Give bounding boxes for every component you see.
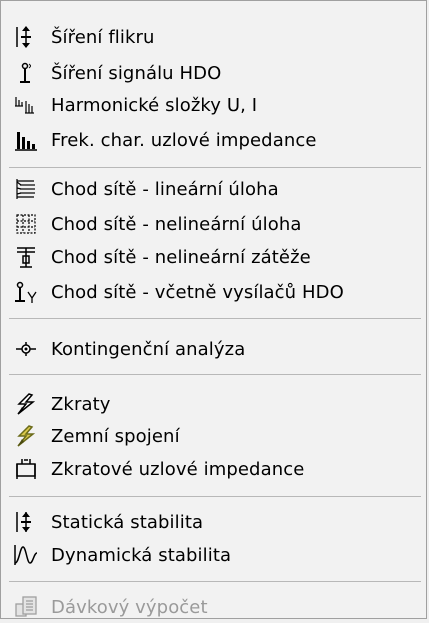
menu-separator (9, 374, 421, 375)
menu-item-label: Chod sítě - nelineární úloha (51, 213, 302, 235)
menu-item-frequency-chart[interactable]: Frek. char. uzlové impedance (11, 124, 421, 156)
short-circuit-icon (11, 391, 41, 417)
menu-item-earth-fault[interactable]: Zemní spojení (11, 420, 421, 452)
dynamic-stability-icon (11, 542, 41, 568)
menu-item-label: Zkratové uzlové impedance (51, 458, 305, 480)
menu-separator (9, 581, 421, 582)
menu-item-nonlinear-load[interactable]: Chod sítě - nelineární zátěže (11, 241, 421, 273)
menu-item-harmonics[interactable]: Harmonické složky U, I (11, 89, 421, 121)
menu-item-label: Zemní spojení (51, 425, 180, 447)
menu-item-label: Dynamická stabilita (51, 544, 232, 566)
menu-item-flicker[interactable]: Šíření flikru (11, 21, 421, 53)
menu-item-hdo-transmitters[interactable]: Chod sítě - včetně vysílačů HDO (11, 276, 421, 308)
menu-item-label: Frek. char. uzlové impedance (51, 129, 317, 151)
menu-item-label: Chod sítě - nelineární zátěže (51, 246, 311, 268)
frequency-chart-icon (11, 127, 41, 153)
contingency-icon (11, 336, 41, 362)
batch-calculation-icon (11, 594, 41, 620)
menu-item-contingency[interactable]: Kontingenční analýza (11, 333, 421, 365)
flicker-icon (11, 24, 41, 50)
menu-item-network-nonlinear[interactable]: Chod sítě - nelineární úloha (11, 208, 421, 240)
menu-item-label: Šíření flikru (51, 26, 155, 48)
menu-item-short-circuits[interactable]: Zkraty (11, 388, 421, 420)
hdo-signal-icon (11, 60, 41, 86)
menu-item-label: Šíření signálu HDO (51, 62, 222, 84)
menu-item-label: Dávkový výpočet (51, 596, 208, 618)
earth-fault-icon (11, 423, 41, 449)
network-nonlinear-icon (11, 211, 41, 237)
menu-item-short-circuit-impedance[interactable]: Zkratové uzlové impedance (11, 453, 421, 485)
menu-item-batch-calculation: Dávkový výpočet (11, 591, 421, 623)
menu-separator (9, 167, 421, 168)
short-circuit-impedance-icon (11, 456, 41, 482)
menu-item-label: Zkraty (51, 393, 111, 415)
context-menu: Šíření flikru Šíření signálu HDO Harmoni… (0, 0, 427, 619)
menu-item-label: Chod sítě - včetně vysílačů HDO (51, 281, 344, 303)
network-linear-icon (11, 176, 41, 202)
menu-item-label: Chod sítě - lineární úloha (51, 178, 279, 200)
menu-item-hdo-signal[interactable]: Šíření signálu HDO (11, 57, 421, 89)
menu-item-dynamic-stability[interactable]: Dynamická stabilita (11, 539, 421, 571)
static-stability-icon (11, 509, 41, 535)
menu-item-label: Harmonické složky U, I (51, 94, 258, 116)
menu-item-network-linear[interactable]: Chod sítě - lineární úloha (11, 173, 421, 205)
nonlinear-load-icon (11, 244, 41, 270)
hdo-transmitter-icon (11, 279, 41, 305)
menu-item-label: Statická stabilita (51, 511, 204, 533)
menu-separator (9, 318, 421, 319)
menu-item-static-stability[interactable]: Statická stabilita (11, 506, 421, 538)
harmonics-icon (11, 92, 41, 118)
menu-separator (9, 496, 421, 497)
menu-item-label: Kontingenční analýza (51, 338, 246, 360)
